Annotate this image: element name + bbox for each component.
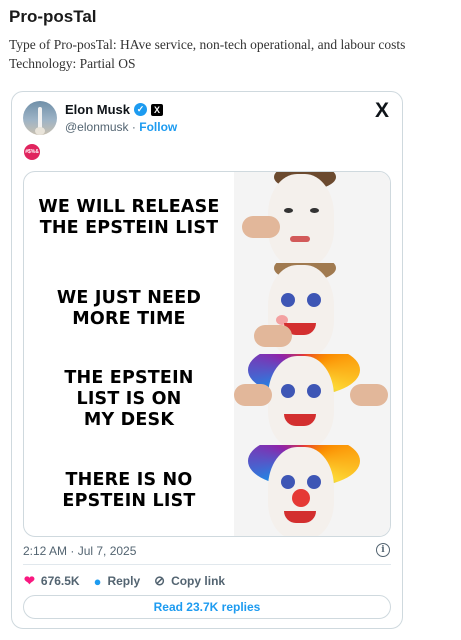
post-title: Pro-posTal [9,7,97,26]
info-icon[interactable]: i [376,543,390,557]
link-icon: ⊘ [154,573,166,588]
meme-caption-4: THERE IS NO EPSTEIN LIST [62,469,196,511]
clown-image-1 [234,172,390,263]
author-name-row: Elon Musk ✓ X [65,102,164,117]
divider [23,564,391,565]
rocket-plume-image [35,127,45,135]
like-count: 676.5K [40,574,80,588]
reply-bubble-icon: ● [93,573,102,589]
x-affiliate-icon: X [151,103,164,116]
reply-button[interactable]: ● Reply [94,574,141,589]
reply-label: Reply [107,574,141,588]
meme-caption-3: THE EPSTEIN LIST IS ON MY DESK [64,368,194,430]
tweet-embed: Elon Musk ✓ X @elonmusk · Follow X #$%& … [11,91,403,629]
author-handle[interactable]: @elonmusk [65,120,129,134]
read-replies-button[interactable]: Read 23.7K replies [23,595,391,619]
post-technology-line: Technology: Partial OS [9,56,136,71]
meme-panel-2: WE JUST NEED MORE TIME [24,263,390,354]
clown-image-2 [234,263,390,354]
meme-panel-4: THERE IS NO EPSTEIN LIST [24,445,390,536]
copy-link-button[interactable]: ⊘ Copy link [154,573,225,589]
author-handle-row: @elonmusk · Follow [65,120,177,134]
post-type-line: Type of Pro-posTal: HAve service, non-te… [9,37,406,52]
follow-link[interactable]: Follow [139,120,177,134]
tweet-timestamp[interactable]: 2:12 AM · Jul 7, 2025 [23,544,136,558]
clown-image-3 [234,354,390,445]
meme-caption-1: WE WILL RELEASE THE EPSTEIN LIST [38,196,220,238]
meme-image[interactable]: WE WILL RELEASE THE EPSTEIN LIST WE JUST… [23,171,391,537]
meme-panel-1: WE WILL RELEASE THE EPSTEIN LIST [24,172,390,263]
x-logo-icon[interactable]: X [375,99,389,123]
meme-caption-2: WE JUST NEED MORE TIME [56,287,202,329]
rocket-image [38,107,42,129]
avatar[interactable] [23,101,57,135]
author-name[interactable]: Elon Musk [65,102,130,117]
copy-link-label: Copy link [171,574,226,588]
handle-separator: · [131,120,136,134]
cursing-face-emoji-icon: #$%& [24,144,40,160]
meme-panel-3: THE EPSTEIN LIST IS ON MY DESK [24,354,390,445]
verified-badge-icon: ✓ [134,103,148,116]
clown-image-4 [234,445,390,536]
tweet-actions: ❤ 676.5K ● Reply ⊘ Copy link [24,573,239,589]
heart-icon: ❤ [24,573,35,588]
like-button[interactable]: ❤ 676.5K [24,573,80,589]
